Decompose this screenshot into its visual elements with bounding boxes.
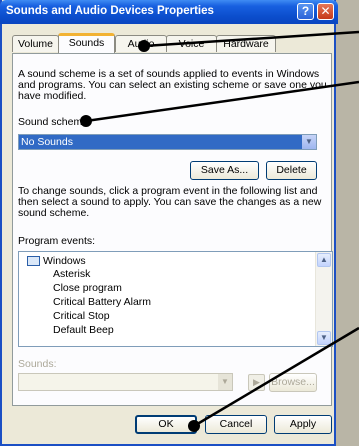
title-bar[interactable]: Sounds and Audio Devices Properties ? ✕: [0, 0, 338, 24]
chevron-down-icon[interactable]: ▼: [302, 135, 316, 149]
list-item[interactable]: Close program: [53, 282, 122, 294]
cancel-button[interactable]: Cancel: [205, 415, 267, 434]
sounds-tab-panel: [12, 53, 332, 406]
list-item[interactable]: Default Beep: [53, 324, 114, 336]
folder-icon: [27, 256, 40, 266]
scheme-description-line-3: have modified.: [18, 90, 87, 102]
tab-hardware[interactable]: Hardware: [216, 35, 276, 52]
chevron-down-icon[interactable]: ▼: [317, 331, 331, 345]
tab-strip: Volume Sounds Audio Voice Hardware: [12, 33, 332, 55]
list-item[interactable]: Critical Battery Alarm: [53, 296, 151, 308]
apply-button[interactable]: Apply: [274, 415, 332, 434]
sound-file-dropdown[interactable]: ▼: [18, 373, 233, 391]
events-scrollbar[interactable]: ▲ ▼: [315, 252, 332, 346]
play-icon[interactable]: ▶: [248, 374, 265, 391]
chevron-up-icon[interactable]: ▲: [317, 253, 331, 267]
sounds-audio-properties-window: Sounds and Audio Devices Properties ? ✕ …: [0, 0, 338, 446]
tab-sounds[interactable]: Sounds: [58, 33, 115, 53]
list-item[interactable]: Critical Stop: [53, 310, 110, 322]
sound-scheme-value: No Sounds: [21, 136, 73, 148]
chevron-down-icon[interactable]: ▼: [218, 374, 232, 390]
close-icon[interactable]: ✕: [317, 3, 334, 20]
change-sounds-line-3: sound scheme.: [18, 207, 90, 219]
callout-marker: [188, 420, 200, 432]
window-title: Sounds and Audio Devices Properties: [6, 5, 214, 17]
program-events-label: Program events:: [18, 235, 96, 247]
program-events-list[interactable]: Windows Asterisk Close program Critical …: [18, 251, 333, 347]
sound-scheme-dropdown[interactable]: No Sounds ▼: [18, 134, 317, 150]
events-root-label: Windows: [43, 255, 86, 267]
callout-marker: [80, 115, 92, 127]
tab-voice[interactable]: Voice: [166, 35, 217, 52]
delete-button[interactable]: Delete: [266, 161, 317, 180]
callout-marker: [138, 40, 150, 52]
tab-volume[interactable]: Volume: [12, 35, 59, 52]
browse-button[interactable]: Browse...: [269, 373, 317, 392]
list-item[interactable]: Windows: [25, 255, 86, 267]
save-as-button[interactable]: Save As...: [190, 161, 259, 180]
sounds-label: Sounds:: [18, 358, 57, 370]
list-item[interactable]: Asterisk: [53, 268, 90, 280]
help-icon[interactable]: ?: [297, 3, 314, 20]
